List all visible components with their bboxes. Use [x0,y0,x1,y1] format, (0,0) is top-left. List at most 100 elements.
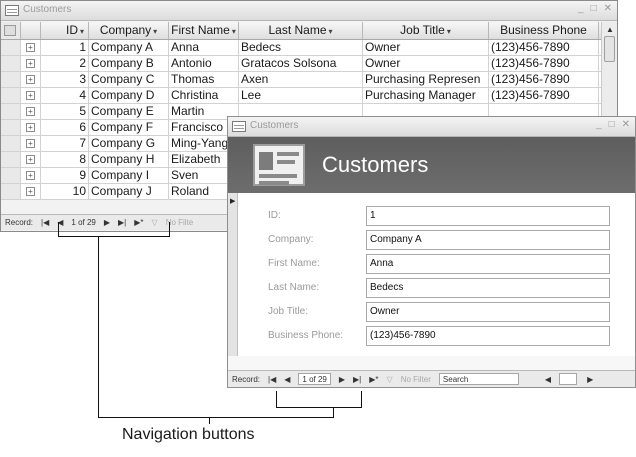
last-record-icon[interactable]: ▶| [353,375,361,384]
first-record-icon[interactable]: |◀ [268,375,276,384]
cell-id[interactable]: 1 [41,40,89,55]
expand-plus-icon[interactable]: + [26,59,35,68]
expand-cell[interactable]: + [21,168,41,183]
sort-dropdown-icon[interactable]: ▾ [329,27,333,36]
cell-company[interactable]: Company C [89,72,169,87]
expand-plus-icon[interactable]: + [26,75,35,84]
table-row[interactable]: +2 Company B Antonio Gratacos Solsona Owner(… [1,56,617,72]
previous-record-icon[interactable]: ◀ [284,375,290,384]
column-header-company[interactable]: Company ▾ [89,22,169,39]
form-titlebar[interactable]: Customers _ □ ✕ [228,117,635,137]
maximize-icon[interactable]: □ [609,119,615,130]
record-selector-cell[interactable] [1,120,21,135]
cell-id[interactable]: 9 [41,168,89,183]
cell-company[interactable]: Company D [89,88,169,103]
horizontal-scroll-thumb[interactable] [559,373,578,385]
first-record-icon[interactable]: |◀ [41,218,49,227]
table-row[interactable]: +4 Company D Christina Lee Purchasing Manage… [1,88,617,104]
next-record-icon[interactable]: ▶ [339,375,345,384]
cell-job-title[interactable]: Owner [363,40,489,55]
expand-cell[interactable]: + [21,40,41,55]
cell-job-title[interactable]: Owner [363,56,489,71]
form-field-input[interactable]: Bedecs [366,277,610,298]
new-record-icon[interactable]: ▶* [134,218,143,227]
cell-first-name[interactable]: Anna [169,40,239,55]
scroll-left-icon[interactable]: ◀ [545,375,551,384]
cell-company[interactable]: Company F [89,120,169,135]
cell-company[interactable]: Company I [89,168,169,183]
form-field-input[interactable]: (123)456-7890 [366,325,610,346]
sort-dropdown-icon[interactable]: ▾ [232,27,236,36]
form-field-input[interactable]: 1 [366,205,610,226]
next-record-icon[interactable]: ▶ [104,218,110,227]
datasheet-titlebar[interactable]: Customers _ □ ✕ [1,1,617,21]
form-field-input[interactable]: Company A [366,229,610,250]
sort-dropdown-icon[interactable]: ▾ [447,27,451,36]
record-selector-cell[interactable] [1,40,21,55]
new-record-icon[interactable]: ▶* [369,375,378,384]
record-selector-cell[interactable] [1,184,21,199]
cell-id[interactable]: 8 [41,152,89,167]
cell-first-name[interactable]: Christina [169,88,239,103]
expand-cell[interactable]: + [21,56,41,71]
cell-first-name[interactable]: Thomas [169,72,239,87]
cell-id[interactable]: 7 [41,136,89,151]
filter-icon[interactable]: ▽ [152,218,158,227]
minimize-icon[interactable]: _ [578,3,584,14]
record-position[interactable]: 1 of 29 [71,218,95,227]
cell-company[interactable]: Company J [89,184,169,199]
scroll-right-icon[interactable]: ▶ [587,375,593,384]
expand-cell[interactable]: + [21,152,41,167]
scroll-thumb[interactable] [604,36,615,62]
cell-company[interactable]: Company H [89,152,169,167]
search-box[interactable]: Search [438,373,519,385]
close-icon[interactable]: ✕ [622,119,630,130]
expand-plus-icon[interactable]: + [26,91,35,100]
record-selector-cell[interactable] [1,136,21,151]
cell-job-title[interactable]: Purchasing Manager [363,88,489,103]
expand-plus-icon[interactable]: + [26,139,35,148]
cell-last-name[interactable]: Bedecs [239,40,363,55]
cell-last-name[interactable]: Gratacos Solsona [239,56,363,71]
expand-plus-icon[interactable]: + [26,107,35,116]
expand-plus-icon[interactable]: + [26,155,35,164]
expand-cell[interactable]: + [21,120,41,135]
cell-business-phone[interactable]: (123)456-7890 [489,88,599,103]
expand-plus-icon[interactable]: + [26,187,35,196]
record-position[interactable]: 1 of 29 [298,373,331,385]
filter-status[interactable]: No Filter [401,375,431,384]
record-selector-cell[interactable] [1,168,21,183]
cell-business-phone[interactable]: (123)456-7890 [489,56,599,71]
minimize-icon[interactable]: _ [596,119,602,130]
expand-cell[interactable]: + [21,72,41,87]
form-field-input[interactable]: Owner [366,301,610,322]
column-header-business-phone[interactable]: Business Phone [489,22,599,39]
record-selector-cell[interactable] [1,104,21,119]
maximize-icon[interactable]: □ [591,3,597,14]
column-header-first-name[interactable]: First Name ▾ [169,22,239,39]
sort-dropdown-icon[interactable]: ▾ [80,27,84,36]
column-header-job-title[interactable]: Job Title ▾ [363,22,489,39]
record-selector-cell[interactable] [1,88,21,103]
cell-company[interactable]: Company A [89,40,169,55]
record-selector-cell[interactable] [1,72,21,87]
filter-icon[interactable]: ▽ [387,375,393,384]
column-header-last-name[interactable]: Last Name ▾ [239,22,363,39]
cell-first-name[interactable]: Antonio [169,56,239,71]
table-row[interactable]: +3 Company C Thomas Axen Purchasing Represen… [1,72,617,88]
close-icon[interactable]: ✕ [604,3,612,14]
cell-company[interactable]: Company E [89,104,169,119]
cell-business-phone[interactable]: (123)456-7890 [489,72,599,87]
record-selector[interactable]: ▶ [228,193,238,356]
last-record-icon[interactable]: ▶| [118,218,126,227]
cell-id[interactable]: 6 [41,120,89,135]
cell-last-name[interactable]: Lee [239,88,363,103]
scroll-up-icon[interactable]: ▲ [606,25,614,34]
expand-plus-icon[interactable]: + [26,123,35,132]
cell-company[interactable]: Company B [89,56,169,71]
expand-cell[interactable]: + [21,88,41,103]
cell-company[interactable]: Company G [89,136,169,151]
expand-cell[interactable]: + [21,136,41,151]
cell-id[interactable]: 4 [41,88,89,103]
expand-plus-icon[interactable]: + [26,171,35,180]
